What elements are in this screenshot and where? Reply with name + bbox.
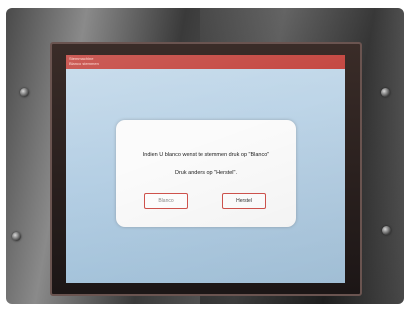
screw-bottom-right xyxy=(382,226,391,235)
screw-top-right xyxy=(381,88,390,97)
screw-top-left xyxy=(20,88,29,97)
blanco-button[interactable]: Blanco xyxy=(144,193,188,209)
window-subtitle: Blanco stemmen xyxy=(69,61,99,66)
dialog-message: Indien U blanco wenst te stemmen druk op… xyxy=(142,152,270,158)
voting-machine-photo: Stemmachine Blanco stemmen Indien U blan… xyxy=(0,0,411,309)
window-title-bar: Stemmachine Blanco stemmen xyxy=(66,55,345,69)
confirmation-dialog: Indien U blanco wenst te stemmen druk op… xyxy=(116,120,296,227)
dialog-hint: Druk anders op "Herstel". xyxy=(175,170,237,176)
touch-screen: Stemmachine Blanco stemmen Indien U blan… xyxy=(66,55,345,283)
screw-bottom-left xyxy=(12,232,21,241)
herstel-button[interactable]: Herstel xyxy=(222,193,266,209)
